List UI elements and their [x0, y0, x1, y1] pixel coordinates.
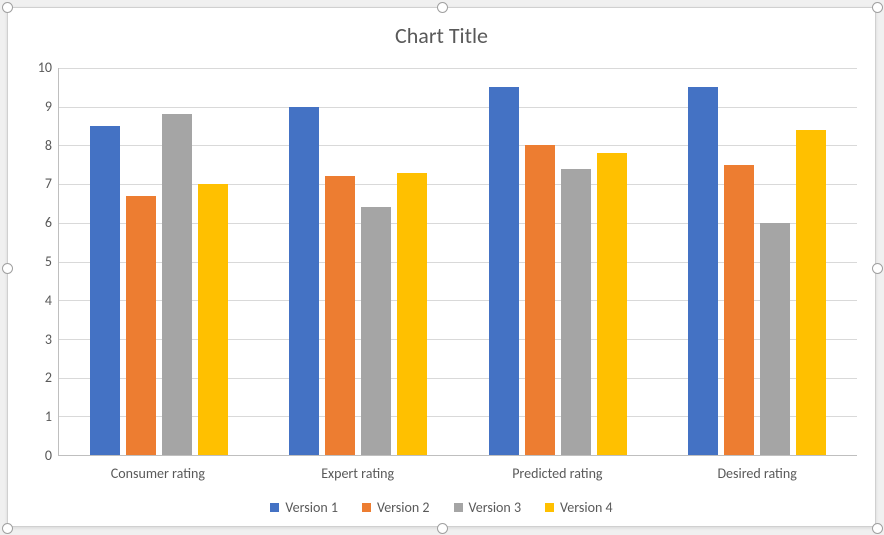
- legend-label: Version 1: [285, 499, 338, 516]
- y-tick-label: 4: [45, 294, 52, 308]
- x-tick-label: Predicted rating: [458, 459, 658, 482]
- legend-label: Version 4: [560, 499, 613, 516]
- y-tick-label: 10: [38, 61, 52, 75]
- selection-handle-bl[interactable]: [2, 523, 13, 534]
- legend-swatch-icon: [270, 503, 279, 512]
- y-tick-label: 8: [45, 139, 52, 153]
- legend-swatch-icon: [545, 503, 554, 512]
- x-tick-label: Consumer rating: [58, 459, 258, 482]
- y-tick-label: 1: [45, 410, 52, 424]
- selection-handle-tr[interactable]: [872, 2, 883, 13]
- chart-object[interactable]: Chart Title 0 1 2 3 4 5 6 7 8 9 10 Consumer rating…: [7, 7, 876, 527]
- legend-item[interactable]: Version 2: [362, 499, 430, 516]
- bar[interactable]: [90, 126, 120, 455]
- bar[interactable]: [760, 223, 790, 455]
- chart-title[interactable]: Chart Title: [8, 8, 875, 55]
- y-tick-label: 5: [45, 255, 52, 269]
- bar[interactable]: [325, 176, 355, 455]
- category-group: [458, 68, 658, 455]
- bar[interactable]: [525, 145, 555, 455]
- x-axis-labels[interactable]: Consumer ratingExpert ratingPredicted ra…: [58, 459, 857, 482]
- bar[interactable]: [489, 87, 519, 455]
- plot-area[interactable]: [58, 68, 857, 456]
- bar[interactable]: [289, 107, 319, 455]
- selection-handle-bm[interactable]: [437, 523, 448, 534]
- legend-swatch-icon: [362, 503, 371, 512]
- selection-handle-ml[interactable]: [2, 263, 13, 274]
- y-tick-label: 3: [45, 333, 52, 347]
- bar[interactable]: [361, 207, 391, 455]
- legend[interactable]: Version 1 Version 2 Version 3 Version 4: [8, 499, 875, 516]
- category-group: [658, 68, 858, 455]
- y-tick-label: 6: [45, 216, 52, 230]
- legend-label: Version 3: [469, 499, 522, 516]
- bar[interactable]: [397, 173, 427, 456]
- bar[interactable]: [597, 153, 627, 455]
- y-tick-label: 7: [45, 177, 52, 191]
- legend-swatch-icon: [454, 503, 463, 512]
- bar[interactable]: [724, 165, 754, 455]
- selection-handle-tl[interactable]: [2, 2, 13, 13]
- x-tick-label: Expert rating: [258, 459, 458, 482]
- y-tick-label: 2: [45, 371, 52, 385]
- selection-handle-mr[interactable]: [872, 263, 883, 274]
- x-tick-label: Desired rating: [657, 459, 857, 482]
- category-group: [59, 68, 259, 455]
- legend-item[interactable]: Version 4: [545, 499, 613, 516]
- y-tick-label: 0: [45, 449, 52, 463]
- category-group: [259, 68, 459, 455]
- legend-item[interactable]: Version 1: [270, 499, 338, 516]
- plot-wrap: 012345678910: [26, 68, 857, 456]
- bar[interactable]: [561, 169, 591, 455]
- bar[interactable]: [162, 114, 192, 455]
- selection-handle-br[interactable]: [872, 523, 883, 534]
- legend-item[interactable]: Version 3: [454, 499, 522, 516]
- y-axis[interactable]: 012345678910: [26, 68, 58, 456]
- y-tick-label: 9: [45, 100, 52, 114]
- bars-layer: [59, 68, 857, 455]
- bar[interactable]: [126, 196, 156, 455]
- bar[interactable]: [688, 87, 718, 455]
- bar[interactable]: [796, 130, 826, 455]
- selection-handle-tm[interactable]: [437, 2, 448, 13]
- bar[interactable]: [198, 184, 228, 455]
- legend-label: Version 2: [377, 499, 430, 516]
